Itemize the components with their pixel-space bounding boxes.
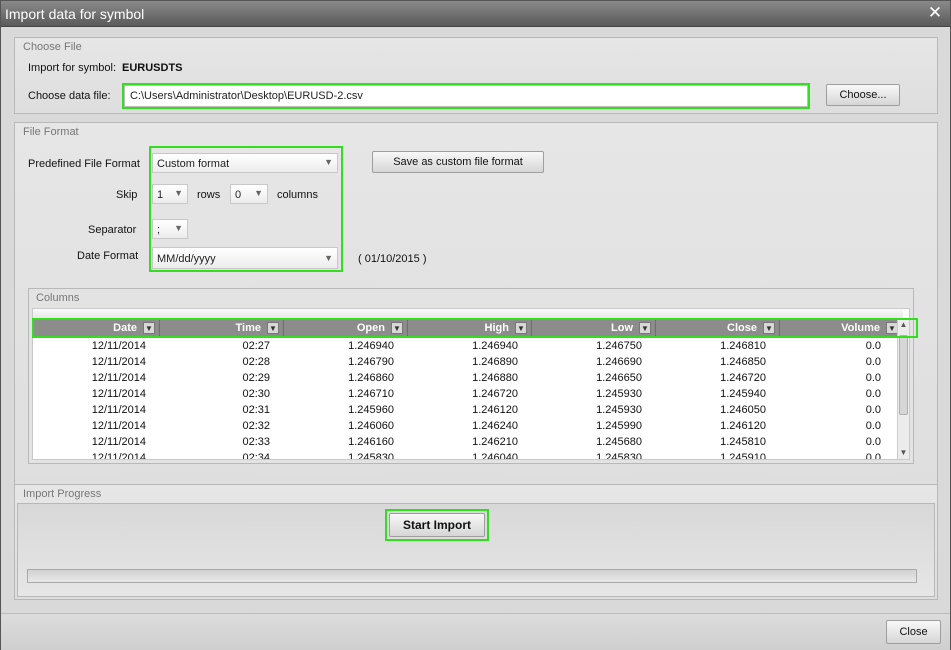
table-cell-high: 1.246210 [472, 436, 518, 448]
table-cell-time: 02:27 [242, 340, 270, 352]
table-row[interactable]: 12/11/2014 02:30 1.246710 1.246720 1.245930 1… [33, 386, 903, 402]
table-cell-open: 1.245830 [348, 452, 394, 460]
table-cell-volume: 0.0 [865, 436, 881, 448]
table-cell-volume: 0.0 [865, 372, 881, 384]
table-cell-close: 1.246120 [720, 420, 766, 432]
start-import-highlight [385, 509, 489, 541]
table-cell-close: 1.245940 [720, 388, 766, 400]
table-cell-low: 1.246750 [596, 340, 642, 352]
table-cell-close: 1.246050 [720, 404, 766, 416]
save-custom-format-button[interactable]: Save as custom file format [372, 151, 544, 173]
table-cell-low: 1.245830 [596, 452, 642, 460]
table-cell-open: 1.246940 [348, 340, 394, 352]
table-cell-close: 1.246720 [720, 372, 766, 384]
table-row[interactable]: 12/11/2014 02:29 1.246860 1.246880 1.246650 1… [33, 370, 903, 386]
table-row[interactable]: 12/11/2014 02:32 1.246060 1.246240 1.245990 1… [33, 418, 903, 434]
file-label: Choose data file: [28, 90, 111, 102]
table-cell-low: 1.245930 [596, 404, 642, 416]
table-cell-time: 02:28 [242, 356, 270, 368]
table-cell-volume: 0.0 [865, 452, 881, 460]
table-cell-high: 1.246240 [472, 420, 518, 432]
table-cell-open: 1.246160 [348, 436, 394, 448]
file-path-highlight [122, 83, 810, 109]
table-cell-open: 1.246060 [348, 420, 394, 432]
table-cell-open: 1.245960 [348, 404, 394, 416]
table-cell-close: 1.245810 [720, 436, 766, 448]
table-cell-close: 1.246850 [720, 356, 766, 368]
date-preview: ( 01/10/2015 ) [358, 253, 427, 265]
table-cell-time: 02:33 [242, 436, 270, 448]
table-row[interactable]: 12/11/2014 02:31 1.245960 1.246120 1.245930 1… [33, 402, 903, 418]
table-cell-high: 1.246720 [472, 388, 518, 400]
symbol-value: EURUSDTS [122, 62, 183, 74]
choose-file-button[interactable]: Choose... [826, 84, 900, 106]
table-row[interactable]: 12/11/2014 02:34 1.245830 1.246040 1.245830 1… [33, 450, 903, 460]
dialog-footer: Close [1, 613, 950, 650]
columns-group: Columns Date ▼ Time ▼ Open ▼ High ▼ Low … [28, 288, 918, 464]
table-cell-open: 1.246710 [348, 388, 394, 400]
columns-group-title: Columns [36, 292, 80, 304]
table-cell-date: 12/11/2014 [91, 420, 146, 432]
import-dialog: Import data for symbol ✕ Choose File Imp… [0, 0, 951, 650]
scrollbar-thumb[interactable] [899, 335, 908, 415]
table-cell-close: 1.246810 [720, 340, 766, 352]
table-cell-high: 1.246890 [472, 356, 518, 368]
table-row[interactable]: 12/11/2014 02:33 1.246160 1.246210 1.245680 1… [33, 434, 903, 450]
table-cell-high: 1.246940 [472, 340, 518, 352]
close-icon[interactable]: ✕ [926, 4, 944, 22]
import-progress-bar [27, 569, 917, 583]
table-cell-date: 12/11/2014 [91, 436, 146, 448]
table-cell-date: 12/11/2014 [91, 404, 146, 416]
table-cell-date: 12/11/2014 [91, 340, 146, 352]
table-cell-time: 02:32 [242, 420, 270, 432]
title-bar[interactable]: Import data for symbol ✕ [1, 1, 950, 27]
table-cell-low: 1.246690 [596, 356, 642, 368]
table-cell-low: 1.246650 [596, 372, 642, 384]
table-cell-low: 1.245930 [596, 388, 642, 400]
table-cell-volume: 0.0 [865, 340, 881, 352]
table-cell-time: 02:34 [242, 452, 270, 460]
separator-label: Separator [88, 224, 137, 236]
table-row[interactable]: 12/11/2014 02:28 1.246790 1.246890 1.246690 1… [33, 354, 903, 370]
symbol-label: Import for symbol: [28, 62, 117, 74]
dialog-title: Import data for symbol [5, 6, 145, 22]
table-cell-volume: 0.0 [865, 404, 881, 416]
close-button[interactable]: Close [886, 620, 941, 644]
dialog-body: Choose File Import for symbol: EURUSDTS … [5, 31, 946, 611]
predefined-format-label: Predefined File Format [28, 158, 140, 170]
table-cell-date: 12/11/2014 [91, 356, 146, 368]
table-cell-date: 12/11/2014 [91, 452, 146, 460]
table-cell-date: 12/11/2014 [91, 388, 146, 400]
file-format-group-title: File Format [23, 126, 79, 138]
choose-file-group: Choose File Import for symbol: EURUSDTS … [14, 37, 938, 114]
table-cell-low: 1.245680 [596, 436, 642, 448]
import-progress-group-title: Import Progress [23, 488, 102, 500]
table-cell-time: 02:30 [242, 388, 270, 400]
scroll-down-icon[interactable]: ▼ [898, 447, 909, 459]
table-cell-open: 1.246790 [348, 356, 394, 368]
table-cell-time: 02:31 [242, 404, 270, 416]
table-cell-close: 1.245910 [720, 452, 766, 460]
date-format-label: Date Format [77, 250, 139, 262]
choose-file-group-title: Choose File [23, 41, 82, 53]
table-row[interactable]: 12/11/2014 02:27 1.246940 1.246940 1.246750 1… [33, 338, 903, 354]
table-cell-high: 1.246120 [472, 404, 518, 416]
table-cell-date: 12/11/2014 [91, 372, 146, 384]
table-cell-open: 1.246860 [348, 372, 394, 384]
table-cell-low: 1.245990 [596, 420, 642, 432]
format-fields-highlight [149, 146, 343, 272]
table-scrollbar[interactable]: ▲ ▼ [897, 319, 909, 459]
table-cell-volume: 0.0 [865, 420, 881, 432]
table-cell-high: 1.246880 [472, 372, 518, 384]
table-cell-volume: 0.0 [865, 388, 881, 400]
table-cell-high: 1.246040 [472, 452, 518, 460]
header-row-highlight [32, 318, 918, 338]
table-cell-volume: 0.0 [865, 356, 881, 368]
skip-label: Skip [116, 189, 138, 201]
table-cell-time: 02:29 [242, 372, 270, 384]
